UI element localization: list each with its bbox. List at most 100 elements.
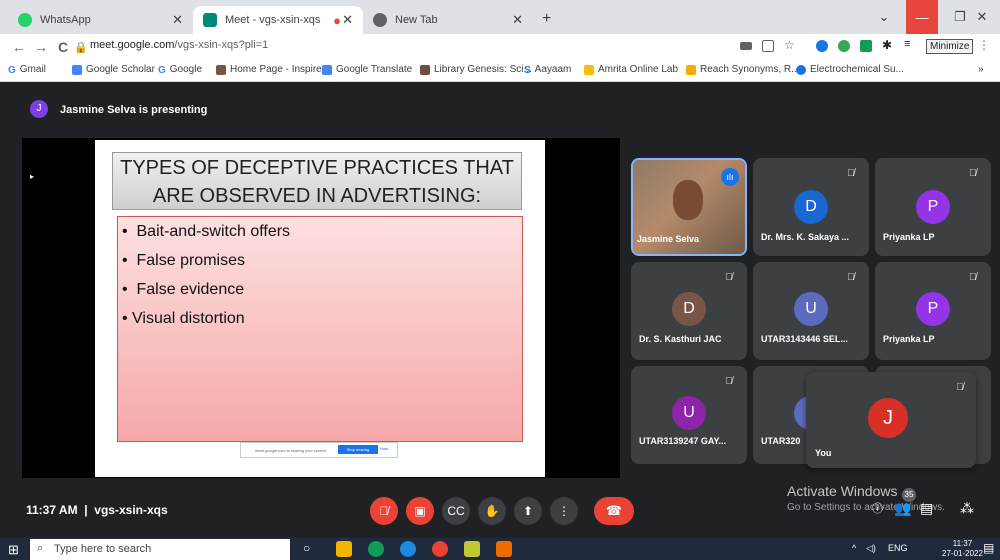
close-icon[interactable]: ✕ xyxy=(342,12,353,28)
close-icon[interactable]: ✕ xyxy=(172,12,183,28)
mic-off-icon: 🎙̸ xyxy=(969,168,977,179)
slide-bullet: • False promises xyxy=(122,252,245,269)
translate-icon xyxy=(322,64,332,75)
presenter-avatar: J xyxy=(30,100,48,118)
menu-icon[interactable]: ⋮ xyxy=(978,38,990,52)
participant-name: Priyanka LP xyxy=(883,334,935,344)
windows-start-icon[interactable]: ⊞ xyxy=(8,542,19,558)
bookmark-google[interactable]: G Google xyxy=(158,64,203,76)
self-avatar: J xyxy=(868,398,908,438)
end-call-button[interactable]: ☎ xyxy=(594,497,634,525)
tab-whatsapp[interactable]: WhatsApp ✕ xyxy=(8,6,193,34)
participant-tile[interactable]: 🎙̸ P Priyanka LP xyxy=(875,158,991,256)
slide-body xyxy=(117,216,523,442)
tab-search-icon[interactable]: ⌄ xyxy=(864,0,904,34)
bookmark-label: Google xyxy=(169,64,203,75)
bookmark-translate[interactable]: Google Translate xyxy=(322,64,412,75)
mic-off-button[interactable]: 🎙̸ xyxy=(370,497,398,525)
extension-icon[interactable] xyxy=(816,40,828,52)
app-icon[interactable] xyxy=(496,541,512,557)
taskbar-search[interactable]: ⌕ Type here to search xyxy=(30,539,290,560)
tray-chevron-icon[interactable]: ^ xyxy=(852,543,856,553)
participant-tile[interactable]: ılı Jasmine Selva xyxy=(631,158,747,256)
participant-face xyxy=(673,180,703,220)
recording-icon: ● xyxy=(333,12,341,28)
app-icon[interactable] xyxy=(464,541,480,557)
url-field[interactable]: meet.google.com/vgs-xsin-xqs?pli=1 xyxy=(90,39,268,51)
bookmark-reach[interactable]: Reach Synonyms, R... xyxy=(686,64,799,75)
minimize-button[interactable]: — xyxy=(906,0,938,34)
extension-icon[interactable] xyxy=(860,40,872,52)
search-placeholder: Type here to search xyxy=(54,543,152,555)
participant-tile[interactable]: 🎙̸ P Priyanka LP xyxy=(875,262,991,360)
speaking-icon: ılı xyxy=(721,168,739,186)
stop-sharing-button[interactable]: Stop sharing xyxy=(338,445,378,454)
close-window-button[interactable]: ✕ xyxy=(962,0,1000,34)
bookmarks-bar: G Gmail Google Scholar G Google Home Page … xyxy=(0,60,1000,82)
new-tab-button[interactable]: + xyxy=(542,10,551,28)
bookmark-scholar[interactable]: Google Scholar xyxy=(72,64,155,75)
bullet-text: False evidence xyxy=(136,281,245,298)
raise-hand-button[interactable]: ✋ xyxy=(478,497,506,525)
extension-icon[interactable] xyxy=(838,40,850,52)
camera-icon[interactable] xyxy=(740,42,752,50)
present-button[interactable]: ⬆ xyxy=(514,497,542,525)
activities-icon[interactable]: ⁂ xyxy=(960,500,974,517)
chat-icon[interactable]: ▤ xyxy=(920,500,933,517)
bookmark-amrita[interactable]: Amrita Online Lab xyxy=(584,64,678,75)
bullet-text: Visual distortion xyxy=(132,310,245,327)
star-icon[interactable]: ☆ xyxy=(784,38,796,52)
people-icon[interactable]: 👥 xyxy=(894,500,911,517)
bookmark-libgen[interactable]: Library Genesis: Sci... xyxy=(420,64,532,75)
taskbar-clock[interactable]: 11:37 27-01-2022 xyxy=(942,539,983,559)
chrome-icon[interactable] xyxy=(432,541,448,557)
puzzle-icon[interactable]: ✱ xyxy=(882,38,894,52)
file-explorer-icon[interactable] xyxy=(336,541,352,557)
ie-icon[interactable] xyxy=(400,541,416,557)
tab-newtab[interactable]: New Tab ✕ xyxy=(363,6,533,34)
captions-button[interactable]: CC xyxy=(442,497,470,525)
bookmark-label: Home Page - Inspire xyxy=(230,64,322,75)
close-icon[interactable]: ✕ xyxy=(512,12,523,28)
cortana-icon[interactable]: ○ xyxy=(303,541,319,557)
participant-tile[interactable]: 🎙̸ D Dr. S. Kasthuri JAC xyxy=(631,262,747,360)
input-language[interactable]: ENG xyxy=(888,543,908,553)
more-options-button[interactable]: ⋮ xyxy=(550,497,578,525)
reach-icon xyxy=(686,64,696,75)
back-icon[interactable]: ← xyxy=(8,39,30,55)
activate-windows-title: Activate Windows xyxy=(787,483,898,499)
aayaam-icon: S xyxy=(524,64,531,76)
tab-meet[interactable]: Meet - vgs-xsin-xqs ● ✕ xyxy=(193,6,363,34)
volume-icon[interactable]: ◁) xyxy=(866,543,876,554)
meeting-time: 11:37 AM xyxy=(26,503,78,517)
google-icon: G xyxy=(158,64,166,76)
bookmark-label: Electrochemical Su... xyxy=(810,64,904,75)
meeting-code: vgs-xsin-xqs xyxy=(94,503,168,517)
clock-time: 11:37 xyxy=(952,539,973,548)
share-icon[interactable] xyxy=(762,40,774,52)
bookmark-label: Google Scholar xyxy=(86,64,155,75)
hide-button[interactable]: Hide xyxy=(380,446,388,451)
reading-list-icon[interactable]: ≡ xyxy=(904,38,916,50)
url-host: meet.google.com xyxy=(90,39,175,51)
edge-icon[interactable] xyxy=(368,541,384,557)
info-icon[interactable]: ⓘ xyxy=(872,500,883,516)
sharing-notice-text: meet.google.com is sharing your screen. xyxy=(255,448,328,453)
mic-off-icon: 🎙̸ xyxy=(725,272,733,283)
forward-icon[interactable]: → xyxy=(30,39,52,55)
camera-off-button[interactable]: ▣ xyxy=(406,497,434,525)
slide-title: TYPES OF DECEPTIVE PRACTICES THAT ARE OB… xyxy=(112,152,522,210)
participant-tile[interactable]: 🎙̸ U UTAR3139247 GAY... xyxy=(631,366,747,464)
address-toolbar: ← → C 🔒 meet.google.com/vgs-xsin-xqs?pli… xyxy=(0,34,1000,60)
participant-avatar: P xyxy=(916,292,950,326)
bookmarks-overflow-icon[interactable]: » xyxy=(978,64,984,75)
bookmark-gmail[interactable]: G Gmail xyxy=(8,64,46,76)
participant-tile[interactable]: 🎙̸ U UTAR3143446 SEL... xyxy=(753,262,869,360)
bookmark-aayaam[interactable]: S Aayaam xyxy=(524,64,571,76)
bookmark-label: Reach Synonyms, R... xyxy=(700,64,800,75)
participant-tile[interactable]: 🎙̸ D Dr. Mrs. K. Sakaya ... xyxy=(753,158,869,256)
self-view-tile[interactable]: 🎙̸ J You xyxy=(806,372,976,468)
bookmark-electrochemical[interactable]: Electrochemical Su... xyxy=(796,64,904,75)
bookmark-inspire[interactable]: Home Page - Inspire xyxy=(216,64,322,75)
notifications-icon[interactable]: ▤ xyxy=(983,541,994,555)
